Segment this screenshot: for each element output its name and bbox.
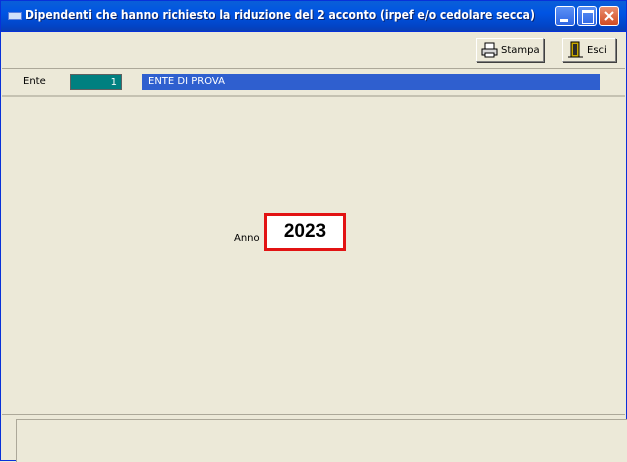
- window-title: Dipendenti che hanno richiesto la riduzi…: [25, 8, 535, 22]
- printer-icon: [481, 42, 498, 58]
- esci-label: Esci: [587, 45, 607, 56]
- anno-input[interactable]: 2023: [264, 213, 346, 251]
- status-bar: [16, 419, 627, 462]
- ente-name-field: ENTE DI PROVA: [142, 74, 600, 90]
- exit-door-icon: [568, 41, 583, 58]
- ente-row: Ente 1 ENTE DI PROVA: [2, 71, 625, 97]
- stampa-button[interactable]: Stampa: [476, 38, 544, 62]
- toolbar: Stampa Esci: [2, 35, 625, 69]
- main-panel: [2, 97, 625, 415]
- close-button[interactable]: [599, 6, 619, 26]
- esci-button[interactable]: Esci: [562, 38, 616, 62]
- ente-code-field[interactable]: 1: [70, 74, 122, 90]
- divider: [2, 414, 625, 415]
- ente-label: Ente: [23, 76, 46, 87]
- maximize-icon: [582, 10, 594, 24]
- close-icon: [604, 11, 614, 21]
- title-bar[interactable]: Dipendenti che hanno richiesto la riduzi…: [1, 1, 626, 32]
- app-icon[interactable]: [8, 12, 22, 20]
- minimize-button[interactable]: [555, 6, 575, 26]
- app-window: Dipendenti che hanno richiesto la riduzi…: [0, 0, 627, 462]
- maximize-button[interactable]: [577, 6, 597, 26]
- anno-label: Anno: [234, 233, 260, 244]
- stampa-label: Stampa: [501, 45, 540, 56]
- minimize-icon: [560, 19, 568, 22]
